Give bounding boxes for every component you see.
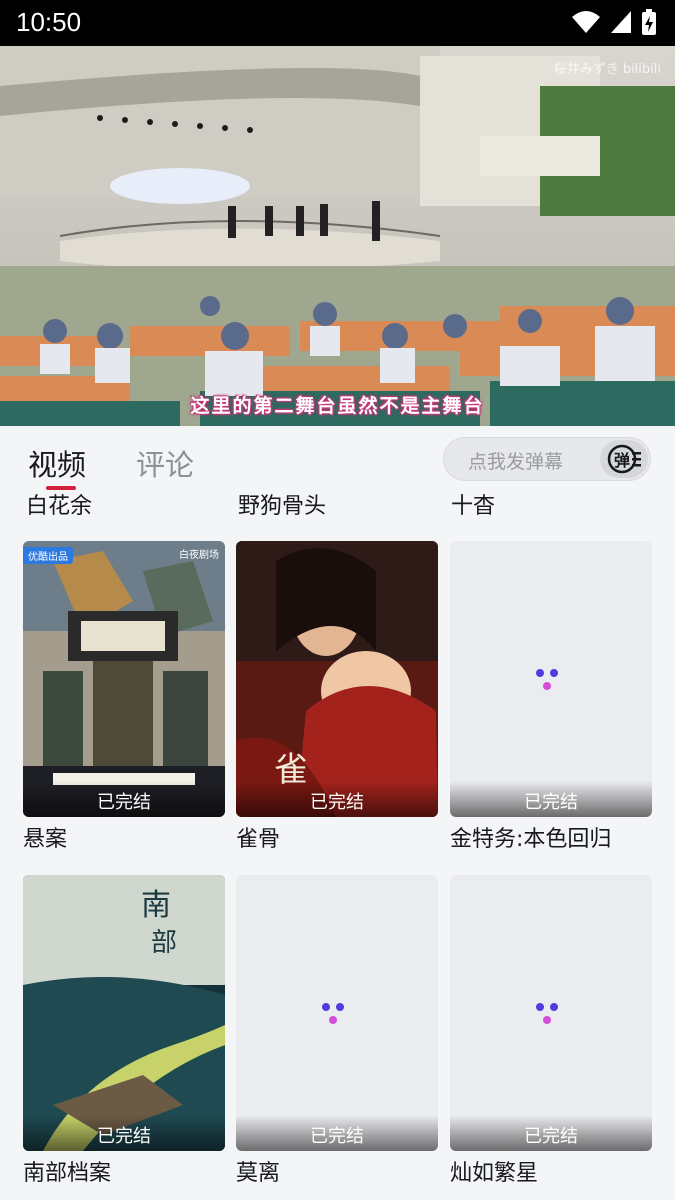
poster-placeholder[interactable]: 已完结 — [450, 541, 652, 817]
status-time: 10:50 — [16, 7, 82, 37]
poster-image[interactable]: 优酷出品 白夜剧场 已完结 — [23, 541, 225, 817]
video-card[interactable]: 优酷出品 白夜剧场 已完结 悬案 — [23, 541, 225, 853]
poster-placeholder[interactable]: 已完结 — [450, 875, 652, 1151]
card-title[interactable]: 莫离 — [236, 1155, 438, 1187]
video-card[interactable]: 雀 已完结 雀骨 — [236, 541, 438, 853]
video-card[interactable]: 已完结 莫离 — [236, 875, 438, 1187]
status-badge: 已完结 — [97, 792, 151, 813]
card-title[interactable]: 金特务:本色回归 — [450, 821, 652, 853]
svg-text:南: 南 — [141, 888, 171, 923]
loading-icon — [536, 669, 566, 695]
video-frame — [0, 46, 675, 426]
loading-icon — [322, 1003, 352, 1029]
source-tag: 优酷出品 — [23, 547, 73, 564]
channel-tag: 白夜剧场 — [179, 550, 219, 561]
battery-icon — [642, 9, 656, 35]
status-badge: 已完结 — [524, 792, 578, 813]
danmaku-icon: 弹 — [607, 444, 641, 474]
card-title[interactable]: 南部档案 — [23, 1155, 225, 1187]
status-icons — [571, 8, 657, 36]
card-title[interactable]: 灿如繁星 — [450, 1155, 652, 1187]
status-badge: 已完结 — [97, 1126, 151, 1147]
status-bar: 10:50 — [0, 0, 675, 46]
card-title[interactable]: 悬案 — [23, 821, 225, 853]
video-player[interactable]: 桜井みずき bilibili 这里的第二舞台虽然不是主舞台 — [0, 46, 675, 426]
tab-comments[interactable]: 评论 — [136, 442, 194, 484]
poster-art: 南 部 — [23, 875, 225, 1151]
wifi-icon — [572, 11, 600, 33]
poster-image[interactable]: 南 部 已完结 — [23, 875, 225, 1151]
partial-card-title[interactable]: 白花余 — [26, 488, 92, 520]
poster-art: 雀 — [236, 541, 438, 817]
danmaku-placeholder: 点我发弹幕 — [468, 451, 564, 473]
card-title[interactable]: 雀骨 — [236, 821, 438, 853]
video-card[interactable]: 已完结 灿如繁星 — [450, 875, 652, 1187]
video-card[interactable]: 南 部 已完结 南部档案 — [23, 875, 225, 1187]
status-badge: 已完结 — [524, 1126, 578, 1147]
partial-card-title[interactable]: 十杳 — [451, 488, 495, 520]
video-subtitle: 这里的第二舞台虽然不是主舞台 — [190, 395, 485, 417]
loading-icon — [536, 1003, 566, 1029]
danmaku-toggle-button[interactable]: 弹 — [600, 440, 648, 478]
tab-video[interactable]: 视频 — [28, 442, 86, 484]
poster-art — [23, 541, 225, 817]
partial-card-title[interactable]: 野狗骨头 — [238, 488, 326, 520]
video-card[interactable]: 已完结 金特务:本色回归 — [450, 541, 652, 853]
status-badge: 已完结 — [310, 792, 364, 813]
status-badge: 已完结 — [310, 1126, 364, 1147]
danmaku-input[interactable]: 点我发弹幕 弹 — [443, 437, 651, 481]
poster-image[interactable]: 雀 已完结 — [236, 541, 438, 817]
video-watermark: 桜井みずき bilibili — [553, 62, 661, 77]
poster-placeholder[interactable]: 已完结 — [236, 875, 438, 1151]
signal-icon — [611, 11, 631, 33]
danmaku-icon-label: 弹 — [614, 451, 630, 470]
svg-text:部: 部 — [151, 928, 177, 958]
